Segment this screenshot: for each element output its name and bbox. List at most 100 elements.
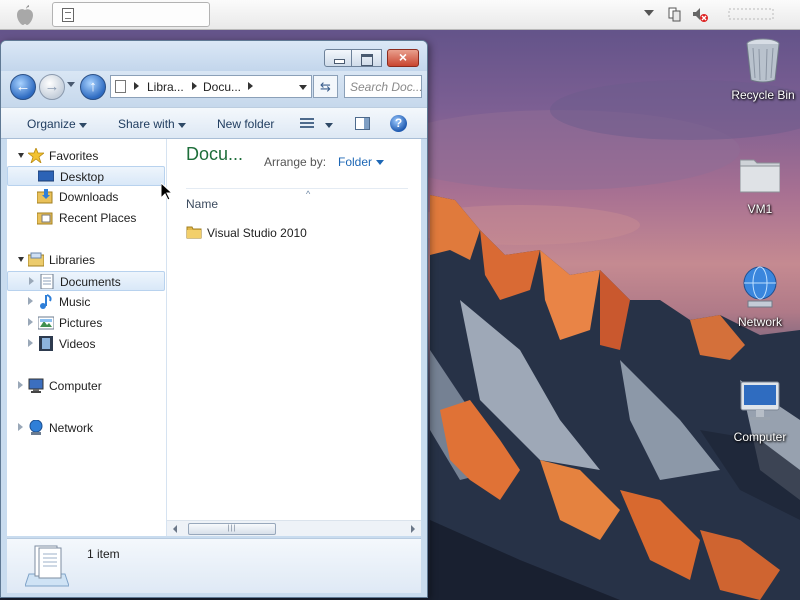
desktop-icon-label: VM1: [747, 202, 773, 216]
network-status-icon[interactable]: [668, 7, 682, 22]
views-dropdown-icon[interactable]: [325, 123, 333, 128]
minimize-button[interactable]: [324, 49, 352, 67]
back-button[interactable]: ←: [10, 74, 36, 100]
nav-item-desktop-label: Desktop: [60, 170, 105, 184]
column-header-name[interactable]: Name: [186, 197, 218, 211]
item-count: 1 item: [87, 547, 120, 561]
recent-places-icon: [37, 212, 53, 225]
chevron-down-icon[interactable]: [376, 160, 384, 165]
arrange-by-dropdown[interactable]: Folder: [338, 155, 372, 169]
title-bar[interactable]: ×: [1, 41, 427, 71]
nav-item-pictures-label: Pictures: [59, 316, 103, 330]
nav-item-recent-places[interactable]: Recent Places: [7, 208, 165, 228]
nav-item-documents-label: Documents: [60, 275, 121, 289]
star-icon: [28, 148, 44, 163]
refresh-button[interactable]: ⇆: [313, 75, 338, 98]
desktop-vm1[interactable]: VM1: [720, 152, 800, 222]
arrow-left-icon: ←: [15, 78, 31, 95]
search-input[interactable]: Search Doc...: [344, 75, 423, 98]
expand-closed-icon[interactable]: [28, 339, 33, 347]
scroll-thumb[interactable]: |||: [188, 523, 276, 535]
expand-open-icon[interactable]: [18, 153, 24, 158]
forward-button[interactable]: →: [39, 74, 65, 100]
taskbar-explorer-button[interactable]: [52, 2, 210, 27]
folder-icon: [186, 226, 202, 239]
nav-libraries[interactable]: Libraries: [7, 250, 165, 270]
expand-closed-icon[interactable]: [29, 277, 34, 285]
address-bar[interactable]: Libra... Docu...: [110, 75, 312, 98]
nav-favorites-label: Favorites: [49, 149, 99, 163]
volume-muted-icon[interactable]: [692, 7, 708, 23]
expand-closed-icon[interactable]: [28, 318, 33, 326]
scroll-right-icon[interactable]: [411, 525, 415, 533]
nav-item-desktop[interactable]: Desktop: [7, 166, 165, 186]
recycle-bin-icon: [746, 38, 780, 83]
nav-item-videos[interactable]: Videos: [7, 334, 165, 354]
nav-network-label: Network: [49, 421, 94, 435]
help-icon[interactable]: ?: [390, 115, 407, 132]
organize-button[interactable]: Organize: [27, 117, 76, 131]
arrange-by-label: Arrange by:: [264, 155, 327, 169]
library-title: Docu...: [186, 144, 244, 164]
column-divider: [186, 188, 408, 189]
desktop-network[interactable]: Network: [720, 265, 800, 335]
nav-item-downloads[interactable]: Downloads: [7, 187, 165, 207]
expand-open-icon[interactable]: [18, 257, 24, 262]
nav-item-videos-label: Videos: [59, 337, 96, 351]
desktop-icon-label: Computer: [733, 430, 787, 444]
expand-closed-icon[interactable]: [18, 423, 23, 431]
horizontal-scrollbar[interactable]: |||: [167, 520, 421, 536]
nav-computer-label: Computer: [49, 379, 102, 393]
content-pane: Docu... Arrange by: Folder ^ Name Visual…: [167, 139, 421, 536]
close-icon: ×: [398, 49, 408, 65]
clock-icon[interactable]: [727, 6, 775, 22]
close-button[interactable]: ×: [387, 49, 419, 67]
desktop-icon: [38, 170, 54, 182]
breadcrumb-separator-icon[interactable]: [192, 82, 197, 90]
nav-item-recent-places-label: Recent Places: [59, 211, 137, 225]
up-button[interactable]: ↑: [80, 74, 106, 100]
nav-favorites[interactable]: Favorites: [7, 146, 165, 166]
nav-item-pictures[interactable]: Pictures: [7, 313, 165, 333]
nav-item-music[interactable]: Music: [7, 292, 165, 312]
address-row: ← → ↑ Libra... Docu... ⇆ Search Doc...: [1, 71, 427, 107]
desktop-computer[interactable]: Computer: [720, 380, 800, 450]
apple-icon[interactable]: [12, 3, 38, 27]
computer-icon: [740, 381, 780, 420]
breadcrumb-separator-icon[interactable]: [134, 82, 139, 90]
file-row[interactable]: Visual Studio 2010: [186, 223, 406, 243]
desktop-recycle-bin[interactable]: Recycle Bin: [723, 38, 800, 108]
views-icon[interactable]: [300, 118, 314, 129]
breadcrumb-libraries[interactable]: Libra...: [147, 80, 184, 94]
document-icon: [115, 80, 126, 93]
nav-network[interactable]: Network: [7, 418, 165, 438]
new-folder-button[interactable]: New folder: [217, 117, 274, 131]
nav-item-documents[interactable]: Documents: [7, 271, 165, 291]
nav-computer[interactable]: Computer: [7, 376, 165, 396]
maximize-button[interactable]: [352, 49, 382, 67]
address-dropdown-icon[interactable]: [299, 85, 307, 90]
arrow-right-icon: →: [44, 78, 60, 95]
chevron-down-icon[interactable]: [644, 10, 654, 16]
nav-item-music-label: Music: [59, 295, 91, 309]
history-dropdown-icon[interactable]: [67, 82, 75, 87]
music-icon: [40, 294, 52, 309]
share-with-button[interactable]: Share with: [118, 117, 175, 131]
downloads-icon: [37, 189, 53, 204]
folder-icon: [740, 159, 780, 193]
file-name: Visual Studio 2010: [207, 226, 307, 240]
library-documents-icon: [25, 545, 69, 587]
breadcrumb-separator-icon[interactable]: [248, 82, 253, 90]
sort-ascending-icon: ^: [306, 189, 311, 199]
refresh-icon: ⇆: [320, 79, 331, 94]
nav-item-downloads-label: Downloads: [59, 190, 119, 204]
explorer-window: × ← → ↑ Libra... Docu... ⇆ Search Doc...…: [0, 40, 428, 598]
expand-closed-icon[interactable]: [28, 297, 33, 305]
arrow-up-icon: ↑: [89, 78, 97, 95]
document-icon: [62, 8, 74, 22]
scroll-left-icon[interactable]: [173, 525, 177, 533]
preview-pane-icon[interactable]: [355, 117, 370, 130]
breadcrumb-documents[interactable]: Docu...: [203, 80, 241, 94]
documents-icon: [40, 274, 54, 289]
expand-closed-icon[interactable]: [18, 381, 23, 389]
